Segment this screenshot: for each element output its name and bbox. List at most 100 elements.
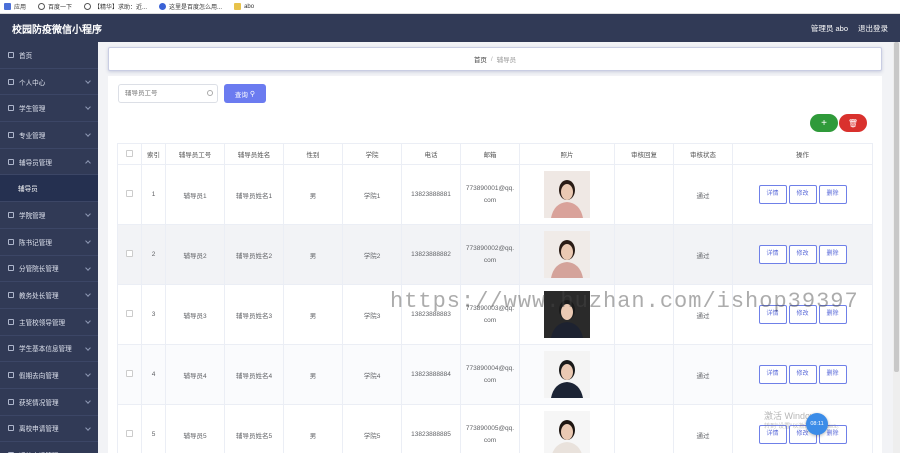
column-header: 性别 [283, 143, 343, 165]
sidebar-item-8[interactable]: 分管院长管理 [0, 256, 98, 283]
table-cell: 13823888881 [401, 164, 461, 225]
scrollbar-thumb[interactable] [894, 42, 899, 372]
sidebar-item-4[interactable]: 辅导员管理 [0, 149, 98, 176]
scrollbar[interactable] [893, 42, 900, 453]
column-header: 辅导员姓名 [224, 143, 284, 165]
table-cell: 773890002@qq.com [460, 224, 520, 285]
bookmark-forum[interactable]: 【精华】求助：近... [84, 2, 147, 11]
column-header: 照片 [519, 143, 615, 165]
edit-button[interactable]: 修改 [788, 245, 817, 264]
sidebar-item-7[interactable]: 陈书记管理 [0, 229, 98, 256]
table-cell: 773890001@qq.com [460, 164, 520, 225]
sidebar-item-label: 陈书记管理 [19, 239, 52, 247]
sidebar-subitem-counselor[interactable]: 辅导员 [0, 175, 98, 203]
bookmark-baidu[interactable]: 百度一下 [38, 2, 72, 11]
column-header: 电话 [401, 143, 461, 165]
table-cell: 辅导员姓名1 [224, 164, 284, 225]
search-icon [207, 90, 213, 96]
globe-icon [38, 3, 46, 10]
sidebar-item-3[interactable]: 专业管理 [0, 122, 98, 149]
search-input[interactable] [125, 90, 205, 97]
email: 773890004@qq.com [465, 364, 515, 384]
sidebar-item-1[interactable]: 个人中心 [0, 69, 98, 96]
clock-label: 08:11 [810, 421, 824, 427]
sidebar-item-9[interactable]: 教务处长管理 [0, 282, 98, 309]
table-cell [519, 224, 615, 285]
paw-icon [159, 3, 167, 10]
table-cell: 通过 [673, 164, 733, 225]
row-checkbox[interactable] [126, 430, 133, 437]
delete-button[interactable]: 删除 [818, 365, 847, 384]
row-checkbox[interactable] [126, 250, 133, 257]
email: 773890005@qq.com [465, 424, 515, 444]
table-cell [117, 344, 142, 405]
table-cell: 学院1 [342, 164, 402, 225]
counselor-name: 辅导员姓名5 [235, 432, 273, 440]
list-icon [8, 131, 14, 138]
sidebar-item-11[interactable]: 学生基本信息管理 [0, 336, 98, 363]
sidebar-item-label: 专业管理 [19, 132, 46, 140]
chevron-up-icon [85, 159, 91, 166]
sidebar-item-12[interactable]: 假期去向管理 [0, 362, 98, 389]
table-row: 1 辅导员1 辅导员姓名1 男 学院1 13823888881 773890001@qq.c… [117, 164, 873, 225]
apps-icon [4, 3, 11, 10]
table-cell: 辅导员姓名4 [224, 344, 284, 405]
detail-button[interactable]: 详情 [758, 245, 787, 264]
globe-icon [8, 292, 14, 299]
floating-clock-button[interactable]: 08:11 [806, 413, 828, 435]
logout-link[interactable]: 退出登录 [858, 23, 888, 34]
column-header: 学院 [342, 143, 402, 165]
counselor-photo [544, 411, 590, 453]
table-cell [614, 404, 674, 453]
counselor-photo [544, 171, 590, 218]
sidebar-item-10[interactable]: 主管校领导管理 [0, 309, 98, 336]
select-all-checkbox[interactable] [126, 149, 133, 157]
chevron-down-icon [85, 211, 91, 217]
sidebar-item-label: 学生管理 [19, 106, 46, 114]
sidebar-item-14[interactable]: 离校申请管理 [0, 416, 98, 443]
sidebar-item-13[interactable]: 获奖情况管理 [0, 389, 98, 416]
chevron-down-icon [85, 344, 91, 351]
sidebar-item-2[interactable]: 学生管理 [0, 95, 98, 123]
list-icon [8, 105, 14, 112]
bookmark-link[interactable]: 这里是百度怎么用... [159, 2, 222, 11]
table-cell [614, 164, 674, 225]
row-checkbox[interactable] [126, 190, 133, 197]
delete-button[interactable]: 删除 [818, 185, 847, 204]
sidebar: 首页 个人中心学生管理专业管理辅导员管理辅导员 学院管理陈书记管理分管院长管理 教务处… [0, 42, 98, 453]
sidebar-item-6[interactable]: 学院管理 [0, 202, 98, 229]
detail-button[interactable]: 详情 [758, 365, 787, 384]
column-header: 审核状态 [673, 143, 733, 165]
table-cell: 详情 修改 删除 [732, 164, 873, 225]
counselor-photo [544, 351, 590, 398]
edit-button[interactable]: 修改 [788, 365, 817, 384]
sidebar-item-label: 假期去向管理 [19, 373, 59, 381]
table-cell: 辅导员姓名2 [224, 224, 284, 285]
table-header: 索引 辅导员工号 辅导员姓名 性别 学院 电话 邮箱 照片 审核回复 审核状态 操作 [117, 143, 873, 165]
bookmark-abo[interactable]: abo [234, 3, 254, 10]
chevron-down-icon [85, 398, 91, 404]
sidebar-item-label: 辅导员管理 [19, 159, 52, 167]
table-cell [519, 404, 615, 453]
top-bar: 校园防疫微信小程序 管理员 abo 退出登录 [0, 14, 900, 42]
table-cell: 1 [141, 164, 166, 225]
table-cell [614, 224, 674, 285]
add-button[interactable]: + [810, 114, 838, 132]
sidebar-item-15[interactable]: 返校申请管理 [0, 442, 98, 453]
row-index: 1 [151, 191, 156, 198]
detail-button[interactable]: 详情 [758, 185, 787, 204]
select-all-checkbox-cell [117, 143, 142, 165]
row-checkbox[interactable] [126, 310, 133, 317]
query-button[interactable]: 查询 ⚲ [224, 84, 266, 103]
breadcrumb-home[interactable]: 首页 [474, 54, 487, 64]
college: 学院3 [363, 312, 381, 320]
search-field[interactable] [118, 84, 218, 103]
row-checkbox[interactable] [126, 370, 133, 377]
table-cell [117, 284, 142, 345]
batch-delete-button[interactable]: 🗑 [839, 114, 867, 132]
bookmark-apps[interactable]: 应用 [4, 2, 26, 11]
delete-button[interactable]: 删除 [818, 245, 847, 264]
table-cell [614, 344, 674, 405]
sidebar-item-0[interactable]: 首页 [0, 42, 98, 69]
edit-button[interactable]: 修改 [788, 185, 817, 204]
